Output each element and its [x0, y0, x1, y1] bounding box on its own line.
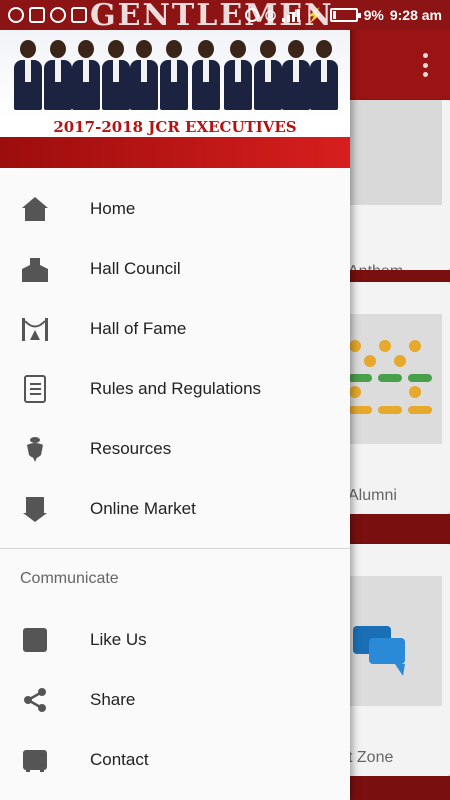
stage-icon [20, 314, 50, 344]
menu-item-label: Like Us [90, 630, 147, 649]
notification-n-icon [71, 7, 87, 23]
notification-icons [8, 7, 87, 23]
menu-divider [0, 548, 350, 549]
menu-item-hall-of-fame[interactable]: Hall of Fame [0, 299, 350, 359]
header-red-band [0, 137, 350, 168]
menu-item-label: Home [90, 199, 136, 218]
section-title-communicate: Communicate [20, 570, 119, 587]
menu-item-label: Rules and Regulations [90, 379, 262, 398]
menu-item-share[interactable]: Share [0, 670, 350, 730]
alumni-thumbnail [345, 314, 442, 444]
whatsapp-icon [50, 7, 66, 23]
battery-percent: 9% [363, 7, 384, 23]
menu-item-label: Online Market [90, 499, 196, 518]
menu-item-contact[interactable]: Contact [0, 730, 350, 790]
menu-item-home[interactable]: Home [0, 179, 350, 239]
menu-item-label: Resources [90, 439, 172, 458]
menu-item-label: Hall Council [90, 259, 181, 278]
battery-icon [329, 8, 361, 22]
status-overlay-title: GENTLEMEN [90, 0, 334, 33]
menu-item-label: Share [90, 690, 136, 709]
menu-item-rules[interactable]: Rules and Regulations [0, 359, 350, 419]
facebook-icon [20, 625, 50, 655]
navigation-drawer: 2017-2018 JCR EXECUTIVES Home Hall Counc… [0, 0, 350, 800]
menu-item-label: Contact [90, 750, 149, 769]
overflow-menu-icon[interactable] [420, 53, 430, 77]
building-icon [20, 254, 50, 284]
clock: 9:28 am [389, 7, 442, 23]
scroll-icon [20, 374, 50, 404]
status-bar: GENTLEMEN ◎ ⚡ 9% 9:28 am [0, 0, 450, 33]
home-icon [20, 194, 50, 224]
menu-item-hall-council[interactable]: Hall Council [0, 239, 350, 299]
menu-item-resources[interactable]: Resources [0, 419, 350, 479]
menu-item-label: Hall of Fame [90, 319, 187, 338]
share-icon [20, 685, 50, 715]
chat-thumbnail [345, 576, 442, 706]
chat-zone-card-caption: t Zone [348, 749, 394, 766]
image-icon [29, 7, 45, 23]
alumni-card-caption: Alumni [348, 487, 397, 504]
executives-banner: 2017-2018 JCR EXECUTIVES [53, 118, 297, 136]
market-icon [20, 494, 50, 524]
contact-icon [20, 745, 50, 775]
resource-icon [20, 434, 50, 464]
menu-item-like-us[interactable]: Like Us [0, 610, 350, 670]
messenger-icon [8, 7, 24, 23]
menu-item-online-market[interactable]: Online Market [0, 479, 350, 539]
